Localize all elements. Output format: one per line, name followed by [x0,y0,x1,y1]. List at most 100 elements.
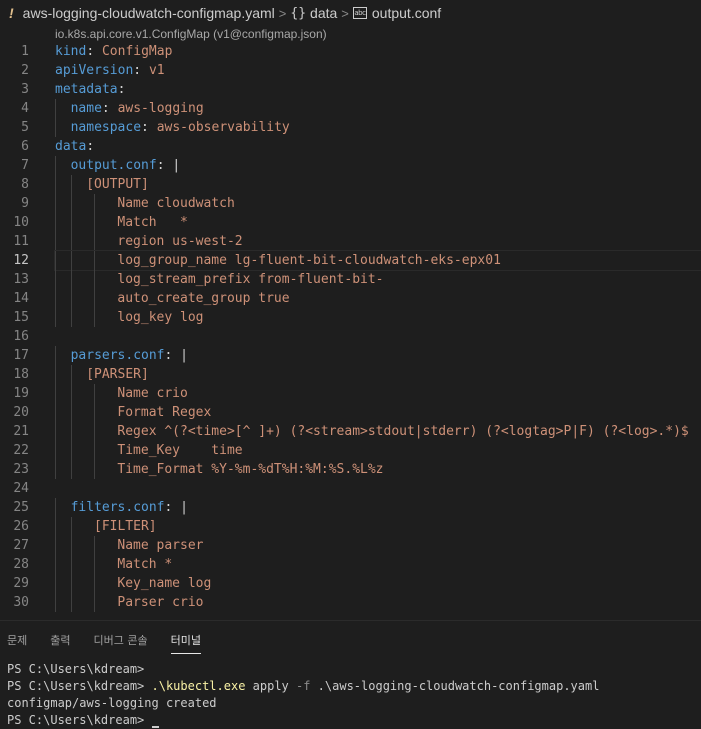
code-line[interactable]: 11 region us-west-2 [0,232,701,251]
yaml-value: Regex ^(?<time>[^ ]+) (?<stream>stdout|s… [117,424,689,439]
code-area[interactable]: parsers.conf: | [55,346,701,365]
indent-guide [94,574,95,593]
code-area[interactable]: kind: ConfigMap [55,42,701,61]
code-line[interactable]: 29 Key_name log [0,574,701,593]
code-area[interactable]: Time_Format %Y-%m-%dT%H:%M:%S.%L%z [55,460,701,479]
code-area[interactable]: output.conf: | [55,156,701,175]
code-line[interactable]: 4 name: aws-logging [0,99,701,118]
code-line[interactable]: 16 [0,327,701,346]
code-area[interactable]: apiVersion: v1 [55,61,701,80]
code-area[interactable]: [OUTPUT] [55,175,701,194]
code-line[interactable]: 15 log_key log [0,308,701,327]
panel-tab-0[interactable]: 문제 [7,630,27,654]
terminal-cursor [151,726,159,728]
yaml-punct: : [101,101,118,116]
terminal[interactable]: PS C:\Users\kdream> PS C:\Users\kdream> … [7,661,701,729]
code-line[interactable]: 23 Time_Format %Y-%m-%dT%H:%M:%S.%L%z [0,460,701,479]
code-area[interactable]: Match * [55,555,701,574]
code-line[interactable]: 12 log_group_name lg-fluent-bit-cloudwatc… [0,250,701,271]
panel-tabs: 문제 출력 디버그 콘솔 터미널 [0,630,217,654]
code-area[interactable]: Parser crio [55,593,701,612]
code-line[interactable]: 2 apiVersion: v1 [0,61,701,80]
code-line[interactable]: 22 Time_Key time [0,441,701,460]
code-area[interactable]: data: [55,137,701,156]
code-area[interactable]: log_group_name lg-fluent-bit-cloudwatch-… [54,250,701,271]
code-area[interactable]: auto_create_group true [55,289,701,308]
code-area[interactable]: Time_Key time [55,441,701,460]
code-area[interactable]: metadata: [55,80,701,99]
code-line[interactable]: 10 Match * [0,213,701,232]
code-area[interactable]: Name crio [55,384,701,403]
code-area[interactable]: namespace: aws-observability [55,118,701,137]
line-number: 17 [13,348,29,363]
code-area[interactable] [55,327,701,346]
code-text: kind: ConfigMap [55,42,172,61]
code-line[interactable]: 6 data: [0,137,701,156]
code-text: data: [55,137,94,156]
code-area[interactable]: Name cloudwatch [55,194,701,213]
code-line[interactable]: 9 Name cloudwatch [0,194,701,213]
code-line[interactable]: 20 Format Regex [0,403,701,422]
yaml-punct: : [86,139,95,154]
code-line[interactable]: 1 kind: ConfigMap [0,42,701,61]
code-line[interactable]: 8 [OUTPUT] [0,175,701,194]
code-area[interactable]: [FILTER] [55,517,701,536]
code-line[interactable]: 24 [0,479,701,498]
schema-codelens[interactable]: io.k8s.api.core.v1.ConfigMap (v1@configm… [55,26,327,42]
yaml-value: log_group_name lg-fluent-bit-cloudwatch-… [117,253,501,268]
panel-tab-2[interactable]: 디버그 콘솔 [94,630,148,654]
code-text: Time_Key time [117,441,242,460]
indent-guide [70,270,72,289]
panel-tab-3[interactable]: 터미널 [170,630,202,654]
code-line[interactable]: 28 Match * [0,555,701,574]
code-line[interactable]: 3 metadata: [0,80,701,99]
code-area[interactable]: [PARSER] [55,365,701,384]
code-line[interactable]: 30 Parser crio [0,593,701,612]
yaml-value: auto_create_group true [117,291,290,306]
code-line[interactable]: 21 Regex ^(?<time>[^ ]+) (?<stream>stdout… [0,422,701,441]
indent-guide [70,593,72,612]
breadcrumb-data[interactable]: data [310,5,337,21]
indent-guide [55,574,56,593]
code-line[interactable]: 18 [PARSER] [0,365,701,384]
code-area[interactable]: region us-west-2 [55,232,701,251]
yaml-value: Match * [117,215,188,230]
yaml-punct: : [156,158,173,173]
code-line[interactable]: 17 parsers.conf: | [0,346,701,365]
line-number: 14 [13,291,29,306]
code-line[interactable]: 19 Name crio [0,384,701,403]
yaml-punct: : [133,63,149,78]
code-line[interactable]: 27 Name parser [0,536,701,555]
breadcrumb-file[interactable]: aws-logging-cloudwatch-configmap.yaml [23,5,275,21]
code-area[interactable]: Regex ^(?<time>[^ ]+) (?<stream>stdout|s… [55,422,701,441]
code-area[interactable]: Name parser [55,536,701,555]
bottom-panel: 문제 출력 디버그 콘솔 터미널 PS C:\Users\kdream> PS C:\… [0,620,701,729]
code-line[interactable]: 26 [FILTER] [0,517,701,536]
line-number: 3 [21,82,29,97]
code-text: Format Regex [117,403,211,422]
code-area[interactable]: name: aws-logging [55,99,701,118]
code-text: Name crio [117,384,187,403]
code-area[interactable]: Key_name log [55,574,701,593]
code-area[interactable]: log_stream_prefix from-fluent-bit- [55,270,701,289]
yaml-key: data [55,139,87,154]
code-area[interactable]: filters.conf: | [55,498,701,517]
breadcrumb-output-conf[interactable]: output.conf [372,5,441,21]
code-area[interactable] [55,479,701,498]
yaml-key: metadata [55,82,118,97]
code-line[interactable]: 5 namespace: aws-observability [0,118,701,137]
code-line[interactable]: 25 filters.conf: | [0,498,701,517]
indent-guide [55,517,56,536]
code-line[interactable]: 7 output.conf: | [0,156,701,175]
code-text: Name cloudwatch [117,194,234,213]
code-line[interactable]: 14 auto_create_group true [0,289,701,308]
indent-guide [55,270,56,289]
code-area[interactable]: log_key log [55,308,701,327]
line-number: 1 [21,44,29,59]
code-area[interactable]: Format Regex [55,403,701,422]
code-editor[interactable]: 1 kind: ConfigMap 2 apiVersion: v1 3 metadata… [0,42,701,620]
line-number: 19 [13,386,29,401]
code-area[interactable]: Match * [55,213,701,232]
code-line[interactable]: 13 log_stream_prefix from-fluent-bit- [0,270,701,289]
panel-tab-1[interactable]: 출력 [50,630,70,654]
